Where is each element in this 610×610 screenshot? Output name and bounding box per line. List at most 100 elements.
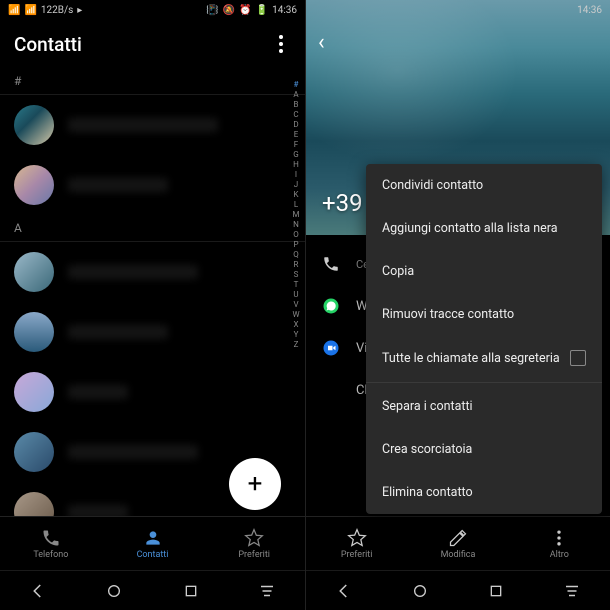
overflow-menu-button[interactable] (271, 27, 291, 61)
contact-name-blurred (68, 178, 168, 192)
page-title: Contatti (14, 33, 82, 56)
phone-icon (41, 528, 61, 548)
phone-number-prefix: +39 (322, 189, 363, 217)
alpha-letter[interactable]: H (289, 160, 303, 169)
alpha-letter[interactable]: C (289, 110, 303, 119)
alpha-letter[interactable]: V (289, 300, 303, 309)
drawer-button[interactable] (561, 580, 583, 602)
alpha-letter[interactable]: B (289, 100, 303, 109)
alpha-letter[interactable]: E (289, 130, 303, 139)
alpha-letter[interactable]: S (289, 270, 303, 279)
alpha-letter[interactable]: L (289, 200, 303, 209)
alpha-letter[interactable]: T (289, 280, 303, 289)
drawer-button[interactable] (256, 580, 278, 602)
alpha-letter[interactable]: W (289, 310, 303, 319)
alpha-letter[interactable]: X (289, 320, 303, 329)
nav-edit[interactable]: Modifica (407, 517, 508, 570)
alpha-letter[interactable]: M (289, 210, 303, 219)
clock-label: 14:36 (577, 5, 602, 16)
alpha-letter[interactable]: O (289, 230, 303, 239)
section-a: A (0, 215, 305, 242)
alpha-letter[interactable]: U (289, 290, 303, 299)
nav-phone[interactable]: Telefono (0, 517, 102, 570)
back-arrow-icon[interactable]: ‹ (318, 30, 325, 55)
vibrate-icon: 📳 (206, 5, 218, 16)
contact-name-blurred (68, 445, 198, 459)
contact-row[interactable] (0, 362, 305, 422)
alpha-letter[interactable]: Y (289, 330, 303, 339)
chat-icon (320, 379, 342, 401)
header: Contatti (0, 20, 305, 68)
nav-favorites[interactable]: Preferiti (203, 517, 305, 570)
contact-name-blurred (68, 325, 168, 339)
nav-more[interactable]: Altro (509, 517, 610, 570)
alpha-letter[interactable]: I (289, 170, 303, 179)
nav-edit-label: Modifica (441, 550, 476, 560)
alpha-letter[interactable]: G (289, 150, 303, 159)
plus-icon: + (248, 469, 263, 499)
alpha-letter[interactable]: Q (289, 250, 303, 259)
contacts-screen: 📶 📶 122B/s ▸ 📳 🔕 ⏰ 🔋 14:36 Contatti # A (0, 0, 305, 610)
menu-voicemail-all[interactable]: Tutte le chiamate alla segreteria (366, 336, 602, 380)
contact-row[interactable] (0, 302, 305, 362)
recents-button[interactable] (485, 580, 507, 602)
nav-favorites[interactable]: Preferiti (306, 517, 407, 570)
clock-label: 14:36 (272, 5, 297, 16)
add-contact-fab[interactable]: + (229, 458, 281, 510)
recents-button[interactable] (180, 580, 202, 602)
avatar (14, 105, 54, 145)
alarm-icon: ⏰ (239, 5, 251, 16)
contact-row[interactable] (0, 155, 305, 215)
system-nav (0, 570, 305, 610)
checkbox[interactable] (570, 350, 586, 366)
alpha-scroll-index[interactable]: #ABCDEFGHIJKLMNOPQRSTUVWXYZ (289, 80, 303, 516)
menu-blacklist[interactable]: Aggiungi contatto alla lista nera (366, 207, 602, 250)
nav-more-label: Altro (550, 550, 569, 560)
menu-delete[interactable]: Elimina contatto (366, 471, 602, 514)
contacts-list[interactable]: # A #ABCDEFGHIJKLMNOPQR (0, 68, 305, 516)
whatsapp-icon (320, 295, 342, 317)
avatar (14, 432, 54, 472)
alpha-letter[interactable]: D (289, 120, 303, 129)
status-bar: 📶 📶 122B/s ▸ 📳 🔕 ⏰ 🔋 14:36 (0, 0, 305, 20)
alpha-letter[interactable]: P (289, 240, 303, 249)
avatar (14, 252, 54, 292)
alpha-letter[interactable]: J (289, 180, 303, 189)
status-bar: 14:36 (306, 0, 610, 20)
alpha-letter[interactable]: N (289, 220, 303, 229)
nav-contacts-label: Contatti (137, 550, 169, 560)
alpha-letter[interactable]: # (289, 80, 303, 89)
contact-name-blurred (68, 385, 128, 399)
phone-icon (320, 253, 342, 275)
alpha-letter[interactable]: R (289, 260, 303, 269)
menu-shortcut[interactable]: Crea scorciatoia (366, 428, 602, 471)
contact-row[interactable] (0, 242, 305, 302)
star-icon (347, 528, 367, 548)
edit-icon (448, 528, 468, 548)
menu-share[interactable]: Condividi contatto (366, 164, 602, 207)
alpha-letter[interactable]: F (289, 140, 303, 149)
duo-icon (320, 337, 342, 359)
contact-name-blurred (68, 265, 198, 279)
contact-row[interactable] (0, 95, 305, 155)
menu-copy[interactable]: Copia (366, 250, 602, 293)
back-button[interactable] (333, 580, 355, 602)
contact-name-blurred (68, 118, 218, 132)
play-icon: ▸ (77, 5, 82, 16)
alpha-letter[interactable]: A (289, 90, 303, 99)
nav-contacts[interactable]: Contatti (102, 517, 204, 570)
divider (366, 382, 602, 383)
bottom-nav: Preferiti Modifica Altro (306, 516, 610, 570)
menu-separate[interactable]: Separa i contatti (366, 385, 602, 428)
alpha-letter[interactable]: K (289, 190, 303, 199)
back-button[interactable] (27, 580, 49, 602)
alpha-letter[interactable]: Z (289, 340, 303, 349)
home-button[interactable] (409, 580, 431, 602)
menu-remove-traces[interactable]: Rimuovi tracce contatto (366, 293, 602, 336)
contacts-icon (143, 528, 163, 548)
contact-name-blurred (68, 505, 128, 516)
section-hash: # (0, 68, 305, 95)
nav-favorites-label: Preferiti (238, 550, 270, 560)
home-button[interactable] (103, 580, 125, 602)
signal-icon: 📶 (8, 5, 20, 16)
